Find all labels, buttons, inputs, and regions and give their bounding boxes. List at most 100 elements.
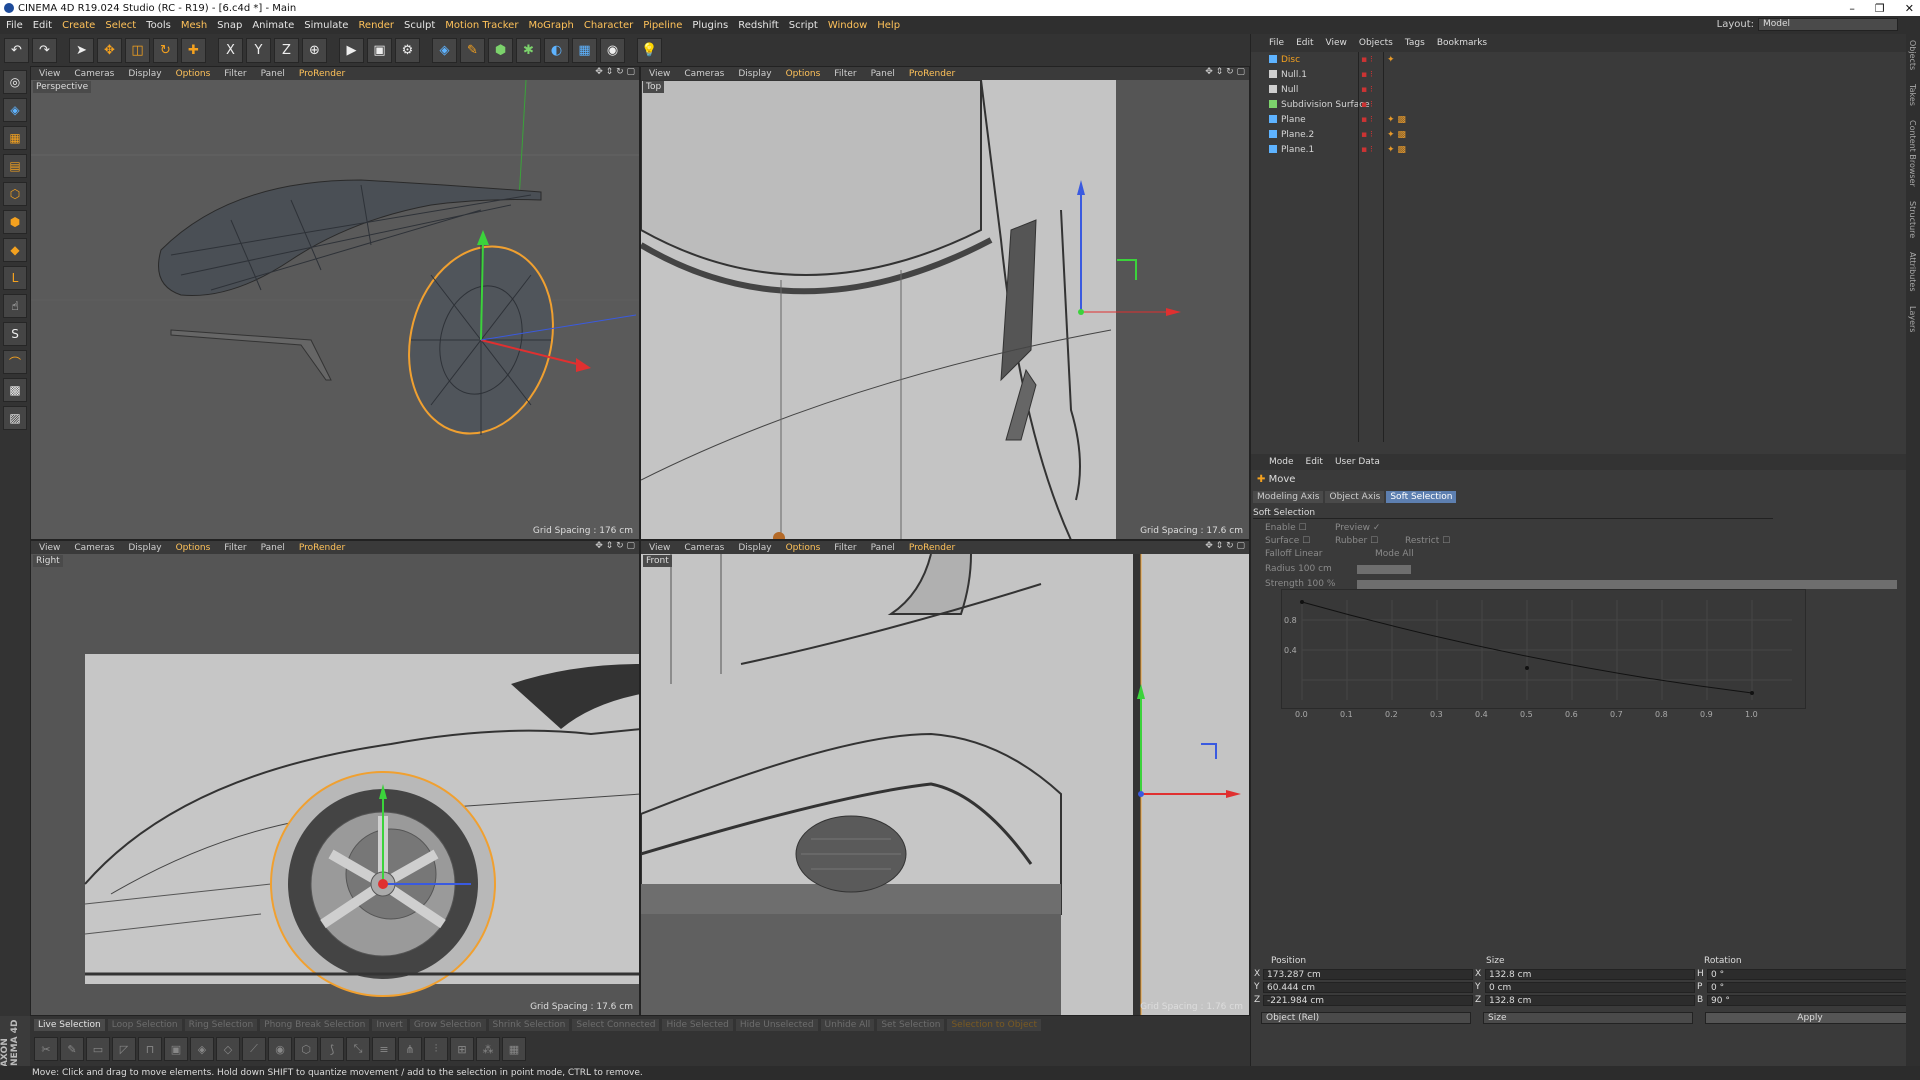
- polygons-mode-icon[interactable]: ◆: [3, 238, 27, 262]
- side-tab-content-browser[interactable]: Content Browser: [1908, 120, 1917, 187]
- tool-hide-selected[interactable]: Hide Selected: [662, 1019, 733, 1031]
- object-name[interactable]: Plane.1: [1269, 145, 1314, 155]
- workplane-lock-icon[interactable]: ▩: [3, 378, 27, 402]
- select-icon[interactable]: ➤: [69, 37, 94, 63]
- vp-menu-display[interactable]: Display: [738, 69, 771, 79]
- om-menu-tags[interactable]: Tags: [1405, 38, 1425, 48]
- mirror-icon[interactable]: ⫶: [424, 1037, 448, 1061]
- points-mode-icon[interactable]: ⬡: [3, 182, 27, 206]
- vp-menu-filter[interactable]: Filter: [224, 69, 246, 79]
- brush-icon[interactable]: ✎: [60, 1037, 84, 1061]
- redo-icon[interactable]: ↷: [32, 37, 57, 63]
- viewport-nav-icons[interactable]: ✥ ⇕ ↻ ▢: [1205, 67, 1245, 80]
- object-name[interactable]: Disc: [1269, 55, 1300, 65]
- tool-loop-selection[interactable]: Loop Selection: [107, 1019, 182, 1031]
- viewport-perspective[interactable]: View Cameras Display Options Filter Pane…: [30, 66, 640, 540]
- tool-set-selection[interactable]: Set Selection: [877, 1019, 945, 1031]
- menu-script[interactable]: Script: [789, 20, 818, 31]
- viewport-top[interactable]: View Cameras Display Options Filter Pane…: [640, 66, 1250, 540]
- enable-checkbox[interactable]: Enable ☐: [1265, 523, 1307, 533]
- position-x-input[interactable]: 173.287 cm: [1263, 969, 1473, 980]
- menu-sculpt[interactable]: Sculpt: [404, 20, 435, 31]
- menu-create[interactable]: Create: [62, 20, 95, 31]
- object-row[interactable]: Null.1 ▪ ⁝: [1251, 67, 1920, 82]
- object-tags-icon[interactable]: ✦: [1387, 55, 1395, 65]
- vp-menu-view[interactable]: View: [39, 69, 60, 79]
- menu-redshift[interactable]: Redshift: [738, 20, 779, 31]
- locked-workplane-icon[interactable]: ▨: [3, 406, 27, 430]
- size-x-input[interactable]: 132.8 cm: [1485, 969, 1695, 980]
- object-row[interactable]: Subdivision Surface ▪ ⁝: [1251, 97, 1920, 112]
- visibility-flags-icon[interactable]: ▪ ⁝: [1361, 100, 1373, 110]
- vp-menu-options[interactable]: Options: [176, 543, 211, 553]
- falloff-graph[interactable]: 0.8 0.4: [1281, 589, 1806, 709]
- light-icon[interactable]: 💡: [637, 37, 662, 63]
- menu-window[interactable]: Window: [828, 20, 867, 31]
- array-tool-icon[interactable]: ⁂: [476, 1037, 500, 1061]
- scale-icon[interactable]: ◫: [125, 37, 150, 63]
- render-settings-icon[interactable]: ⚙: [395, 37, 420, 63]
- rotation-b-input[interactable]: 90 °: [1707, 995, 1917, 1006]
- viewport-nav-icons[interactable]: ✥ ⇕ ↻ ▢: [595, 541, 635, 554]
- preview-checkbox[interactable]: Preview ✓: [1335, 523, 1380, 533]
- pen-icon[interactable]: ✎: [460, 37, 485, 63]
- vp-menu-prorender[interactable]: ProRender: [299, 69, 345, 79]
- tool-select-connected[interactable]: Select Connected: [572, 1019, 660, 1031]
- magnet-tool-icon[interactable]: ⋔: [398, 1037, 422, 1061]
- am-menu-edit[interactable]: Edit: [1306, 457, 1323, 467]
- side-tab-layers[interactable]: Layers: [1908, 306, 1917, 332]
- visibility-flags-icon[interactable]: ▪ ⁝: [1361, 115, 1373, 125]
- object-row[interactable]: Plane ▪ ⁝ ✦ ▩: [1251, 112, 1920, 127]
- visibility-flags-icon[interactable]: ▪ ⁝: [1361, 130, 1373, 140]
- side-tab-attributes[interactable]: Attributes: [1908, 252, 1917, 292]
- rotation-h-input[interactable]: 0 °: [1707, 969, 1917, 980]
- visibility-flags-icon[interactable]: ▪ ⁝: [1361, 70, 1373, 80]
- object-name[interactable]: Subdivision Surface: [1269, 100, 1370, 110]
- workplane-icon[interactable]: ▤: [3, 154, 27, 178]
- om-menu-view[interactable]: View: [1326, 38, 1347, 48]
- vp-menu-cameras[interactable]: Cameras: [74, 69, 114, 79]
- iron-icon[interactable]: ≡: [372, 1037, 396, 1061]
- vp-menu-view[interactable]: View: [649, 69, 670, 79]
- menu-file[interactable]: File: [6, 20, 23, 31]
- subdivide-icon[interactable]: ▦: [502, 1037, 526, 1061]
- tool-selection-to-object[interactable]: Selection to Object: [947, 1019, 1041, 1031]
- edges-mode-icon[interactable]: ⬢: [3, 210, 27, 234]
- object-row[interactable]: Null ▪ ⁝: [1251, 82, 1920, 97]
- side-tab-objects[interactable]: Objects: [1908, 40, 1917, 70]
- om-menu-bookmarks[interactable]: Bookmarks: [1437, 38, 1487, 48]
- menu-render[interactable]: Render: [358, 20, 394, 31]
- vp-menu-filter[interactable]: Filter: [834, 543, 856, 553]
- vp-menu-panel[interactable]: Panel: [871, 543, 895, 553]
- vp-menu-cameras[interactable]: Cameras: [684, 69, 724, 79]
- menu-mesh[interactable]: Mesh: [181, 20, 207, 31]
- position-y-input[interactable]: 60.444 cm: [1263, 982, 1473, 993]
- coord-system-icon[interactable]: ⊕: [302, 37, 327, 63]
- tool-phong-break-selection[interactable]: Phong Break Selection: [260, 1019, 370, 1031]
- falloff-field[interactable]: Falloff Linear: [1265, 549, 1322, 559]
- deformer-icon[interactable]: ◐: [544, 37, 569, 63]
- slide-icon[interactable]: ⟋: [242, 1037, 266, 1061]
- rotate-icon[interactable]: ↻: [153, 37, 178, 63]
- menu-tools[interactable]: Tools: [146, 20, 171, 31]
- restrict-checkbox[interactable]: Restrict ☐: [1405, 536, 1450, 546]
- viewport-nav-icons[interactable]: ✥ ⇕ ↻ ▢: [595, 67, 635, 80]
- live-icon[interactable]: ✚: [181, 37, 206, 63]
- vp-menu-display[interactable]: Display: [128, 543, 161, 553]
- menu-mograph[interactable]: MoGraph: [528, 20, 573, 31]
- vp-menu-display[interactable]: Display: [738, 543, 771, 553]
- close-button[interactable]: ✕: [1905, 2, 1914, 15]
- undo-icon[interactable]: ↶: [4, 37, 29, 63]
- vp-menu-prorender[interactable]: ProRender: [299, 543, 345, 553]
- tool-ring-selection[interactable]: Ring Selection: [184, 1019, 258, 1031]
- tool-grow-selection[interactable]: Grow Selection: [409, 1019, 486, 1031]
- object-row[interactable]: Disc ▪ ⁝ ✦: [1251, 52, 1920, 67]
- render-picture-icon[interactable]: ▣: [367, 37, 392, 63]
- menu-snap[interactable]: Snap: [217, 20, 242, 31]
- side-tab-structure[interactable]: Structure: [1908, 201, 1917, 238]
- render-view-icon[interactable]: ▶: [339, 37, 364, 63]
- tool-hide-unselected[interactable]: Hide Unselected: [735, 1019, 818, 1031]
- menu-animate[interactable]: Animate: [252, 20, 294, 31]
- menu-help[interactable]: Help: [877, 20, 900, 31]
- vp-menu-options[interactable]: Options: [176, 69, 211, 79]
